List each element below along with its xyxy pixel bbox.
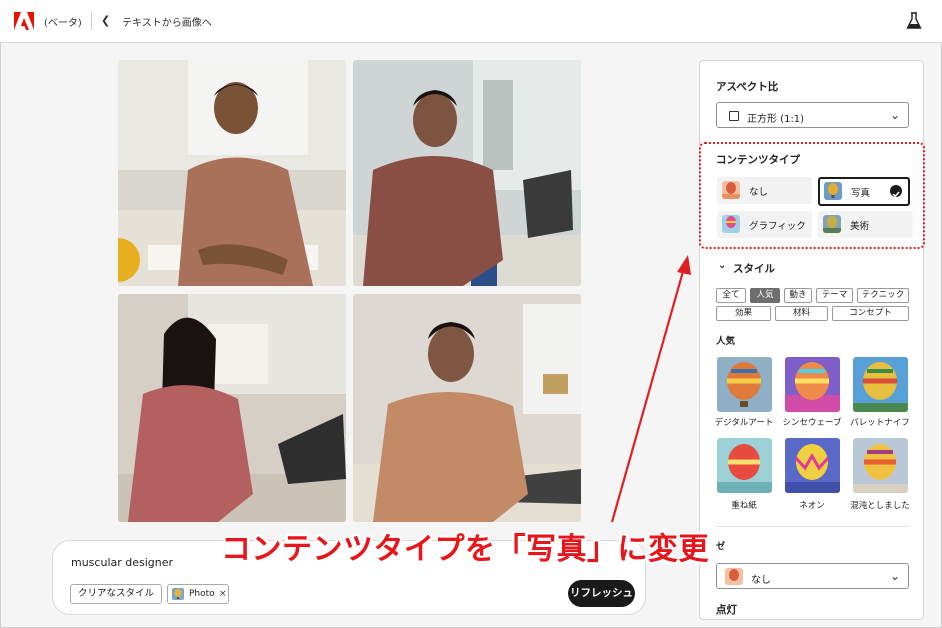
generated-image-3[interactable] [118,294,346,522]
style-label-chaotic: 混沌としました [850,501,910,511]
prompt-input[interactable]: muscular designer [71,556,173,569]
effect-section-title: ゼ [716,542,726,552]
style-chip-photo: Photo × [167,584,229,604]
clear-style-button[interactable]: クリアなスタイル [70,584,163,604]
balloon-thumb-icon [172,588,184,600]
chevron-down-icon[interactable]: ⌄ [718,260,726,271]
style-label-layered-paper: 重ね紙 [731,501,757,511]
close-icon[interactable]: × [219,585,227,603]
style-thumb-synthwave[interactable] [785,357,840,412]
content-type-none[interactable]: なし [717,177,812,204]
style-tag-effect[interactable]: 効果 [716,306,771,321]
generated-image-2[interactable] [353,60,581,286]
adobe-logo-icon[interactable] [14,12,34,30]
checkmark-icon [890,185,902,198]
app-header: (ベータ) ❮ テキストから画像へ [0,0,942,43]
balloon-thumb-icon [725,568,743,585]
style-label-digital-art: デジタルアート [714,418,774,428]
style-label-synthwave: シンセウェーブ [782,418,842,428]
popular-subtitle: 人気 [716,336,736,347]
style-thumb-layered-paper[interactable] [717,438,772,493]
chevron-down-icon: ⌄ [889,108,900,122]
style-thumb-chaotic[interactable] [853,438,908,493]
style-tag-all[interactable]: 全て [716,288,746,303]
content-type-photo[interactable]: 写真 [818,177,910,206]
style-tag-concept[interactable]: コンセプト [832,306,909,321]
aspect-ratio-title: アスペクト比 [716,81,779,93]
settings-panel: アスペクト比 正方形 (1:1) ⌄ コンテンツタイプ なし 写真 グラフィック… [699,60,924,620]
content-type-photo-label: 写真 [851,188,871,199]
style-label-palette-knife: パレットナイフ [850,418,910,428]
generated-image-4[interactable] [353,294,581,522]
content-type-none-label: なし [749,187,769,198]
style-thumb-palette-knife[interactable] [853,357,908,412]
chevron-left-icon[interactable]: ❮ [101,14,110,27]
aspect-ratio-select[interactable]: 正方形 (1:1) ⌄ [716,102,909,128]
header-divider [91,12,92,30]
content-type-graphic[interactable]: グラフィック [717,211,812,238]
square-icon [729,111,739,121]
content-type-graphic-label: グラフィック [749,221,806,232]
breadcrumb[interactable]: テキストから画像へ [122,14,212,29]
style-tag-material[interactable]: 材料 [775,306,828,321]
balloon-thumb-icon [722,181,740,199]
lighting-title: 点灯 [716,604,737,616]
refresh-button[interactable]: リフレッシュ [568,580,635,607]
style-thumb-digital-art[interactable] [717,357,772,412]
content-type-title: コンテンツタイプ [716,154,800,166]
balloon-thumb-icon [823,215,841,233]
style-chip-label: Photo [189,589,215,599]
style-thumb-neon[interactable] [785,438,840,493]
generated-image-1[interactable] [118,60,346,286]
divider [716,526,909,527]
style-tag-theme[interactable]: テーマ [816,288,853,303]
effect-select-value: なし [751,575,771,586]
content-type-art-label: 美術 [850,221,870,232]
style-label-neon: ネオン [799,501,825,511]
balloon-thumb-icon [722,215,740,233]
aspect-ratio-value: 正方形 (1:1) [747,114,805,125]
balloon-thumb-icon [824,182,842,200]
beta-label: (ベータ) [44,18,82,29]
style-section-title[interactable]: スタイル [733,261,775,276]
annotation-caption: コンテンツタイプを「写真」に変更 [221,532,709,567]
style-tag-technique[interactable]: テクニック [857,288,909,303]
chevron-down-icon: ⌄ [889,569,900,583]
effect-select[interactable]: なし ⌄ [716,563,909,589]
style-tag-popular[interactable]: 人気 [750,288,780,303]
flask-icon[interactable] [906,12,922,30]
style-tag-movement[interactable]: 動き [784,288,812,303]
content-type-art[interactable]: 美術 [818,211,913,238]
